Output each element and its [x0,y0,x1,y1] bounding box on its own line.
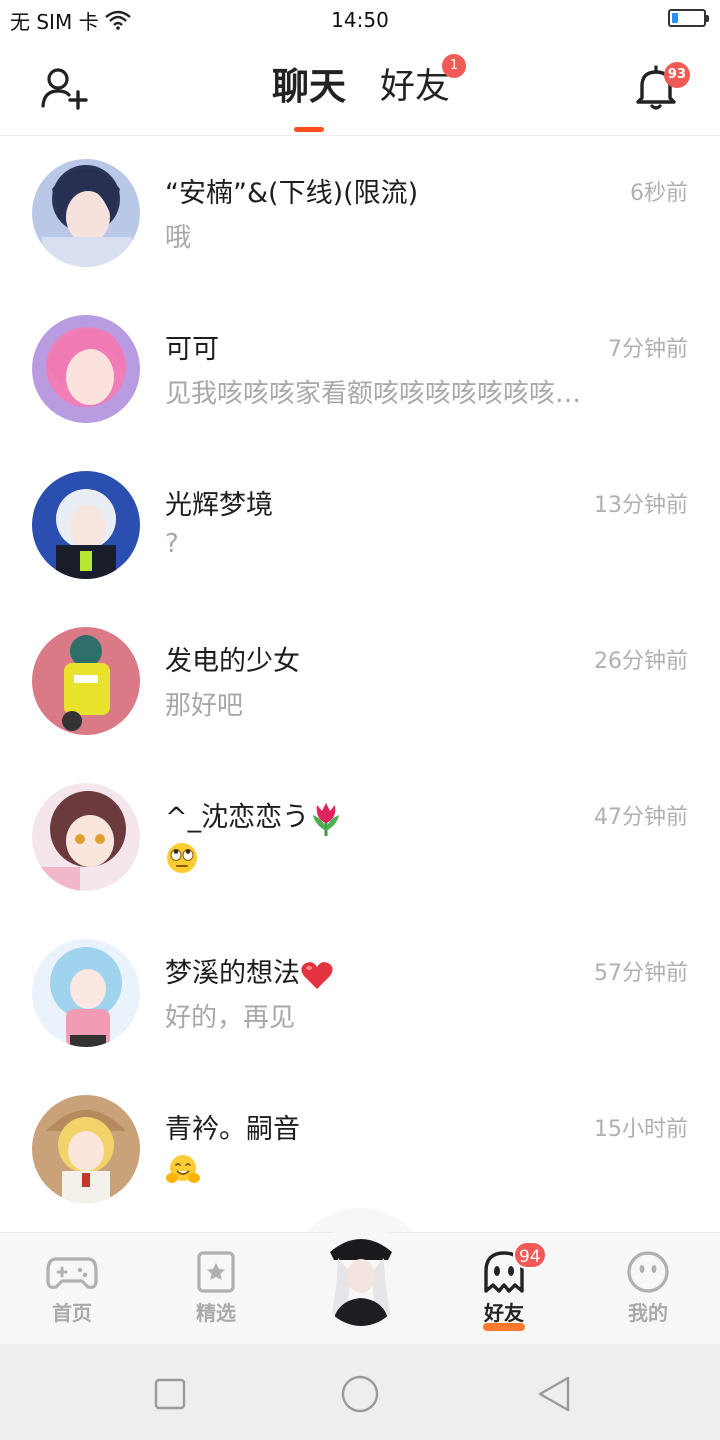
chat-time: 7分钟前 [608,337,688,362]
chat-name-text: 梦溪的想法 [165,958,300,989]
chat-item[interactable]: 可可 见我咳咳咳家看额咳咳咳咳咳咳咳咳咳咳咳 7分钟前 [0,293,720,449]
chat-last-message: ? [165,529,179,559]
chat-time: 15小时前 [594,1117,688,1142]
star-bookmark-icon [197,1251,235,1293]
chat-item[interactable]: ^_沈恋恋う 47分钟前 [0,761,720,917]
chat-last-message [165,841,199,875]
chat-name: 发电的少女 [165,646,300,677]
system-nav-bar [0,1344,720,1440]
chat-last-message: 那好吧 [165,691,244,721]
nav-home[interactable]: 首页 [17,1233,127,1345]
chat-last-message: 好的，再见 [165,1003,296,1033]
chat-time: 47分钟前 [594,805,688,830]
chat-last-message [165,1153,201,1187]
nav-friends[interactable]: 94 好友 [449,1233,559,1345]
tab-bar: 聊天 好友 1 [0,54,720,132]
chat-item[interactable]: “安楠”&(下线)(限流) 哦 6秒前 [0,137,720,293]
chat-name-text: ^_沈恋恋う [165,802,310,833]
active-tab-indicator [293,127,324,132]
battery-fill [672,13,678,23]
tab-friends[interactable]: 好友 1 [379,54,466,114]
back-icon[interactable] [534,1374,574,1414]
friends-nav-badge: 94 [513,1241,547,1269]
top-header: 聊天 好友 1 93 [0,40,720,136]
chat-time: 6秒前 [630,181,688,206]
nav-profile-label: 我的 [628,1301,668,1325]
avatar [316,1222,406,1326]
heart-emoji [301,961,333,989]
nav-featured-label: 精选 [196,1301,236,1325]
avatar [32,627,140,735]
tulip-emoji [313,802,340,836]
avatar [32,471,140,579]
chat-time: 13分钟前 [594,493,688,518]
tab-friends-label: 好友 [379,67,450,107]
tab-chat-label: 聊天 [271,65,346,108]
avatar [32,939,140,1047]
recent-apps-icon[interactable] [150,1374,190,1414]
chat-name: 青衿。嗣音 [165,1114,300,1145]
chat-name: ^_沈恋恋う [165,795,343,837]
avatar [32,159,140,267]
avatar [32,1095,140,1203]
chat-name: 梦溪的想法 [165,951,334,991]
nav-friends-label: 好友 [484,1301,524,1325]
chat-name: 可可 [165,334,219,365]
status-time: 14:50 [331,8,389,32]
avatar [32,783,140,891]
chat-last-message: 见我咳咳咳家看额咳咳咳咳咳咳咳咳咳咳咳 [165,379,605,409]
nav-featured[interactable]: 精选 [161,1233,271,1345]
notification-badge: 93 [663,62,690,88]
chat-item[interactable]: 光辉梦境 ? 13分钟前 [0,449,720,605]
chat-item[interactable]: 发电的少女 那好吧 26分钟前 [0,605,720,761]
active-nav-indicator [483,1323,525,1331]
nav-home-label: 首页 [52,1301,92,1325]
battery-icon [668,9,709,27]
chat-name: “安楠”&(下线)(限流) [165,178,419,209]
chat-time: 57分钟前 [594,961,688,986]
eye-roll-emoji [167,843,197,873]
chat-item[interactable]: 梦溪的想法 好的，再见 57分钟前 [0,917,720,1073]
chat-name: 光辉梦境 [165,490,273,521]
home-icon[interactable] [340,1374,380,1414]
chat-list: “安楠”&(下线)(限流) 哦 6秒前 可可 见我咳咳咳家看额咳咳咳咳咳咳咳咳咳… [0,137,720,1229]
chat-last-message: 哦 [165,223,192,253]
tab-chat[interactable]: 聊天 [271,60,346,132]
chat-item[interactable]: 青衿。嗣音 15小时前 [0,1073,720,1229]
status-bar: 无 SIM 卡 14:50 [0,0,720,40]
hug-emoji [166,1155,200,1183]
nav-profile[interactable]: 我的 [593,1233,703,1345]
smiley-face-icon [627,1251,669,1293]
avatar [32,315,140,423]
center-avatar-button[interactable] [316,1222,406,1326]
friends-tab-badge: 1 [442,54,466,78]
chat-time: 26分钟前 [594,649,688,674]
gamepad-icon [46,1257,98,1289]
